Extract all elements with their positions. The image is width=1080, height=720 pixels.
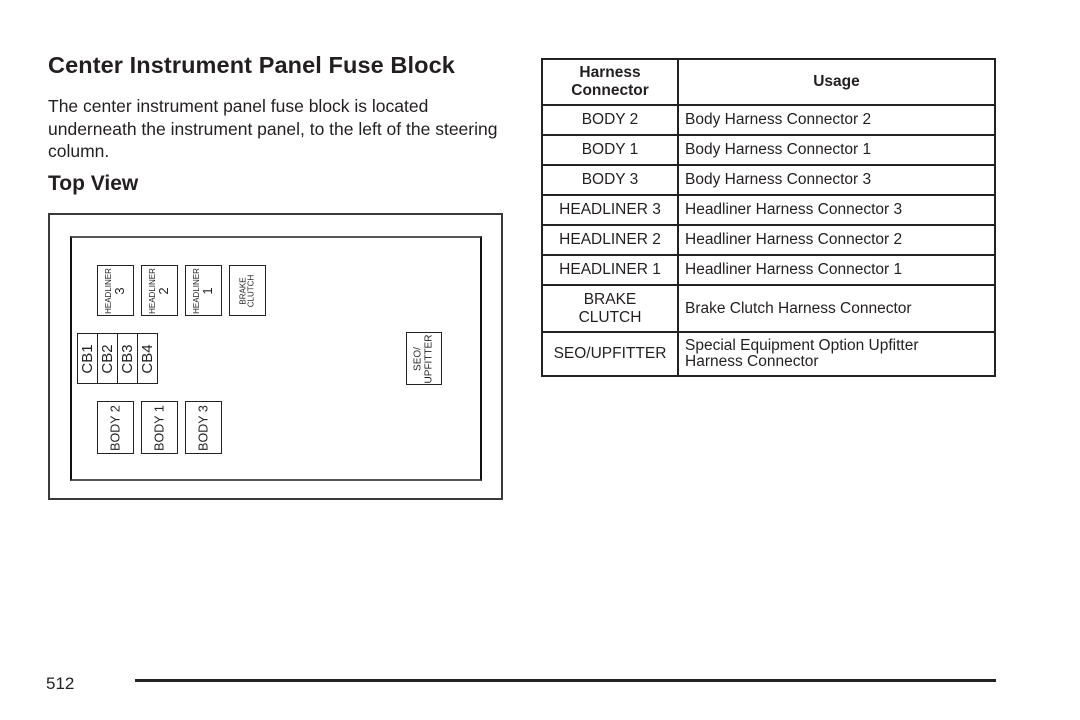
connector-label: BODY 3 (195, 404, 210, 451)
connector-cell: SEO/UPFITTER (541, 331, 679, 377)
section-subtitle: Top View (48, 172, 139, 195)
connector-label-line1: SEO/ (412, 346, 424, 371)
table-header-row: Harness Connector Usage (541, 58, 996, 106)
connector-cell: BODY 1 (541, 134, 679, 166)
table-row: HEADLINER 2 Headliner Harness Connector … (541, 224, 996, 256)
column-header-connector: Harness Connector (541, 58, 679, 106)
connector-brake-clutch: BRAKE CLUTCH (229, 265, 266, 316)
connector-number: 1 (199, 286, 215, 295)
connector-headliner-2: HEADLINER 2 (141, 265, 178, 316)
connector-label: BODY 2 (107, 404, 122, 451)
usage-cell: Body Harness Connector 2 (677, 104, 996, 136)
connector-number: 3 (111, 286, 127, 295)
footer-rule (135, 679, 996, 682)
column-header-usage: Usage (677, 58, 996, 106)
table-row: SEO/UPFITTER Special Equipment Option Up… (541, 331, 996, 377)
page-number: 512 (46, 674, 75, 693)
connector-body-2: BODY 2 (97, 401, 134, 454)
table-row: HEADLINER 1 Headliner Harness Connector … (541, 254, 996, 286)
connector-cell: BODY 2 (541, 104, 679, 136)
usage-cell: Headliner Harness Connector 1 (677, 254, 996, 286)
table-row: BODY 1 Body Harness Connector 1 (541, 134, 996, 166)
cb-label: CB4 (138, 343, 156, 374)
connector-body-1: BODY 1 (141, 401, 178, 454)
usage-cell: Headliner Harness Connector 3 (677, 194, 996, 226)
cb-label: CB2 (98, 343, 116, 374)
harness-connector-table: Harness Connector Usage BODY 2 Body Harne… (541, 58, 996, 377)
circuit-breaker-cb3: CB3 (117, 333, 138, 384)
connector-headliner-3: HEADLINER 3 (97, 265, 134, 316)
circuit-breaker-cb4: CB4 (137, 333, 158, 384)
cb-label: CB3 (118, 343, 136, 374)
table-row: BODY 3 Body Harness Connector 3 (541, 164, 996, 196)
connector-headliner-1: HEADLINER 1 (185, 265, 222, 316)
table-row: HEADLINER 3 Headliner Harness Connector … (541, 194, 996, 226)
usage-cell: Brake Clutch Harness Connector (677, 284, 996, 333)
connector-label-line2: CLUTCH (246, 274, 256, 307)
connector-number: 2 (155, 286, 171, 295)
page-title: Center Instrument Panel Fuse Block (48, 52, 455, 78)
usage-cell: Body Harness Connector 3 (677, 164, 996, 196)
connector-seo-upfitter: SEO/UPFITTER (406, 332, 442, 385)
usage-cell: Body Harness Connector 1 (677, 134, 996, 166)
intro-paragraph: The center instrument panel fuse block i… (48, 96, 498, 161)
connector-label-line2: UPFITTER (423, 334, 434, 383)
table-row: BRAKE CLUTCH Brake Clutch Harness Connect… (541, 284, 996, 333)
connector-cell: HEADLINER 1 (541, 254, 679, 286)
cb-label: CB1 (78, 343, 96, 374)
usage-cell: Headliner Harness Connector 2 (677, 224, 996, 256)
connector-cell: BODY 3 (541, 164, 679, 196)
circuit-breaker-cb1: CB1 (77, 333, 98, 384)
usage-cell: Special Equipment Option Upfitter Harness… (677, 331, 996, 377)
table-row: BODY 2 Body Harness Connector 2 (541, 104, 996, 136)
connector-cell: BRAKE CLUTCH (541, 284, 679, 333)
circuit-breaker-cb2: CB2 (97, 333, 118, 384)
connector-cell: HEADLINER 3 (541, 194, 679, 226)
connector-body-3: BODY 3 (185, 401, 222, 454)
connector-cell: HEADLINER 2 (541, 224, 679, 256)
connector-label: BODY 1 (151, 404, 166, 451)
